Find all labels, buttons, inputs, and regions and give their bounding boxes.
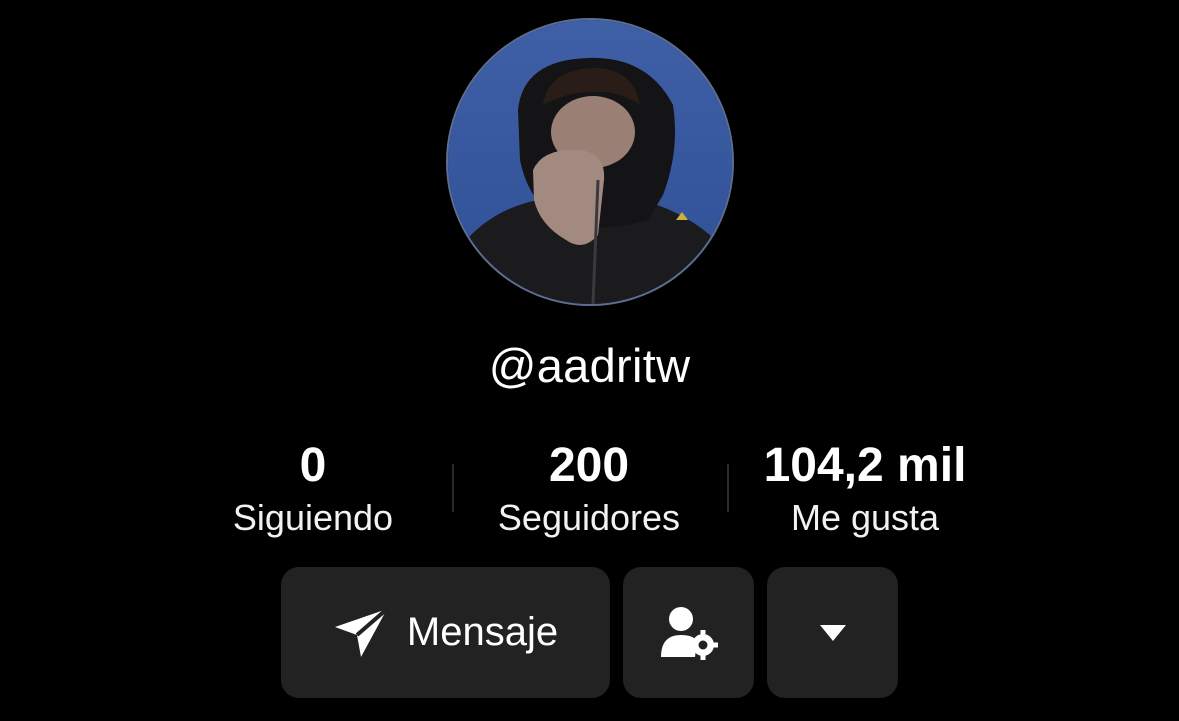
caret-down-icon xyxy=(819,624,847,642)
likes-count: 104,2 mil xyxy=(763,439,967,492)
followers-label: Seguidores xyxy=(497,497,681,538)
user-settings-button[interactable] xyxy=(623,567,754,698)
user-settings-icon xyxy=(659,605,719,661)
username: @aadritw xyxy=(488,339,691,392)
stat-likes[interactable]: 104,2 mil Me gusta xyxy=(725,438,1005,540)
stat-following[interactable]: 0 Siguiendo xyxy=(173,438,453,540)
profile-photo xyxy=(448,20,732,304)
send-icon xyxy=(333,606,389,659)
stat-followers[interactable]: 200 Seguidores xyxy=(449,438,729,540)
following-count: 0 xyxy=(299,439,327,492)
message-button[interactable]: Mensaje xyxy=(281,567,610,698)
likes-label: Me gusta xyxy=(790,497,940,538)
following-label: Siguiendo xyxy=(232,497,394,538)
followers-count: 200 xyxy=(548,439,630,492)
avatar[interactable] xyxy=(446,18,734,306)
message-button-label: Mensaje xyxy=(406,610,559,654)
more-options-button[interactable] xyxy=(767,567,898,698)
